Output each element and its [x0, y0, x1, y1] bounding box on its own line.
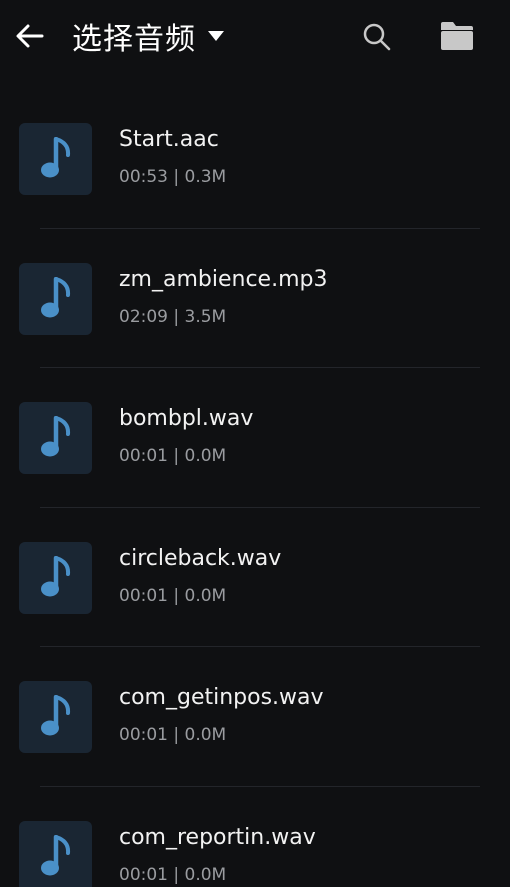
audio-thumbnail [19, 681, 92, 753]
list-item[interactable]: bombpl.wav 00:01 | 0.0M [0, 368, 510, 508]
music-note-icon [40, 555, 70, 596]
list-item[interactable]: circleback.wav 00:01 | 0.0M [0, 508, 510, 647]
music-note-icon [40, 416, 70, 457]
file-meta: 00:53 | 0.3M [119, 167, 227, 187]
file-name: bombpl.wav [119, 406, 254, 431]
title-dropdown[interactable]: 选择音频 [72, 14, 224, 58]
caret-down-icon [208, 31, 224, 41]
file-meta: 00:01 | 0.0M [119, 585, 227, 606]
file-name: zm_ambience.mp3 [119, 266, 328, 292]
arrow-left-icon [16, 24, 44, 48]
audio-picker-screen: 选择音频 Start.aac 00:53 | 0.3M zm_ambience.mp… [0, 0, 510, 887]
page-title: 选择音频 [72, 22, 196, 57]
audio-thumbnail [19, 820, 92, 887]
back-button[interactable] [12, 18, 48, 54]
folder-icon [441, 22, 473, 50]
file-name: Start.aac [119, 127, 219, 152]
audio-thumbnail [19, 541, 92, 614]
file-name: circleback.wav [119, 545, 282, 571]
audio-thumbnail [19, 123, 92, 195]
audio-thumbnail [19, 262, 92, 335]
list-item[interactable]: Start.aac 00:53 | 0.3M [0, 89, 510, 229]
file-name: com_getinpos.wav [119, 685, 324, 710]
music-note-icon [40, 834, 70, 875]
list-item[interactable]: zm_ambience.mp3 02:09 | 3.5M [0, 229, 510, 368]
music-note-icon [40, 695, 70, 736]
file-name: com_reportin.wav [119, 824, 316, 850]
list-item[interactable]: com_reportin.wav 00:01 | 0.0M [0, 787, 510, 887]
file-meta: 02:09 | 3.5M [119, 306, 227, 327]
folder-button[interactable] [436, 16, 478, 56]
file-meta: 00:01 | 0.0M [119, 446, 227, 466]
list-item[interactable]: com_getinpos.wav 00:01 | 0.0M [0, 647, 510, 787]
music-note-icon [40, 276, 70, 317]
search-button[interactable] [358, 18, 396, 56]
file-meta: 00:01 | 0.0M [119, 725, 227, 745]
search-icon [363, 23, 391, 51]
top-bar: 选择音频 [0, 0, 510, 72]
file-meta: 00:01 | 0.0M [119, 864, 227, 885]
music-note-icon [40, 137, 70, 178]
audio-file-list: Start.aac 00:53 | 0.3M zm_ambience.mp3 02:0… [0, 89, 510, 887]
audio-thumbnail [19, 402, 92, 474]
